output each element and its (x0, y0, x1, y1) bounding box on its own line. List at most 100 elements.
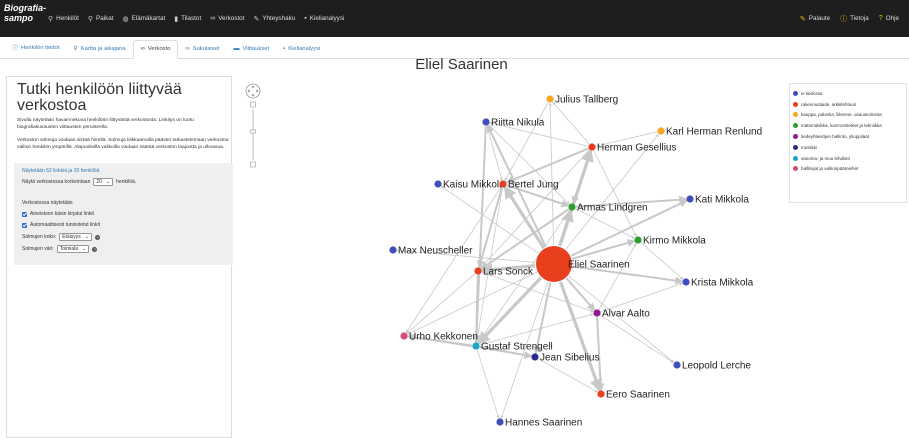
legend-swatch (793, 155, 798, 161)
node-circle[interactable] (536, 246, 572, 282)
node-size-label: Solmujen koko: (22, 234, 57, 240)
pencil-icon: ✎ (253, 15, 260, 23)
node-circle[interactable] (682, 278, 690, 286)
node-circle[interactable] (686, 195, 694, 203)
node-circle[interactable] (474, 267, 482, 275)
nav-item-tietoja[interactable]: ⓘ Tietoja (840, 14, 869, 24)
node-circle[interactable] (588, 143, 596, 151)
legend-item: musiikki (793, 142, 906, 153)
network-node-nikula[interactable]: Riitta Nikula (482, 118, 545, 129)
nav-item-label: Palaute (808, 15, 831, 22)
nav-item-yhteyshaku[interactable]: ✎ Yhteyshaku (253, 15, 295, 23)
network-node-sonck[interactable]: Lars Sonck (474, 267, 534, 278)
nav-item-paikat[interactable]: ⚲ Paikat (88, 15, 114, 23)
node-circle[interactable] (482, 118, 490, 126)
network-shows-label: Verkostossa näytetään (22, 200, 73, 206)
node-circle[interactable] (496, 418, 504, 426)
node-circle[interactable] (546, 95, 554, 103)
node-circle[interactable] (389, 246, 397, 254)
network-edge (440, 185, 539, 254)
network-edge (405, 187, 502, 334)
node-color-select[interactable]: Toimiala ⌄ (56, 245, 90, 253)
page-title: Eliel Saarinen (415, 56, 508, 73)
question-icon[interactable]: ? (92, 246, 98, 252)
network-edge (571, 150, 592, 205)
node-circle[interactable] (472, 342, 480, 350)
legend-swatch (793, 101, 798, 107)
network-node-neuscheller[interactable]: Max Neuscheller (389, 246, 473, 257)
node-circle[interactable] (531, 353, 539, 361)
legend-swatch (793, 123, 798, 129)
nav-item-ohje[interactable]: ? Ohje (879, 15, 899, 22)
max-people-select[interactable]: 20 ⌄ (93, 178, 114, 186)
network-node-jung[interactable]: Bertel Jung (499, 180, 559, 191)
node-label: Eliel Saarinen (568, 260, 630, 271)
show-suffix-label: henkilöä. (116, 179, 137, 185)
network-node-kirmo[interactable]: Kirmo Mikkola (634, 236, 706, 247)
nav-item-palaute[interactable]: ✎ Palaute (800, 15, 830, 23)
tab-label: Verkosto (147, 46, 171, 52)
legend-label: sanoma- ja muu lehdistö (801, 155, 851, 161)
network-node-lindgren[interactable]: Armas Lindgren (568, 203, 648, 214)
node-circle[interactable] (499, 180, 507, 188)
auto-links-label: Automaattisesti tunnistetut linkit (30, 222, 101, 228)
nav-item-label: Yhteyshaku (262, 15, 296, 22)
nav-item-kielianalyysi[interactable]: ▪ Kielianalyysi (304, 15, 344, 22)
node-size-select[interactable]: Etäisyys ⌄ (59, 233, 93, 241)
node-size-value: Etäisyys (62, 234, 81, 240)
network-node-renlund[interactable]: Karl Herman Renlund (657, 127, 762, 138)
comment-icon: ▬ (233, 46, 240, 52)
network-node-krista[interactable]: Krista Mikkola (682, 278, 754, 289)
nav-item-label: Tietoja (850, 15, 869, 22)
node-label: Herman Gesellius (597, 143, 676, 154)
legend-item: kauppa, palvelut, liikenne, osuustoimint… (793, 110, 906, 121)
tab-label: Viittaukset (242, 46, 270, 52)
tab-henkilön-tiedot[interactable]: ⓘ Henkilön tiedot (5, 38, 66, 58)
nav-right-menu: ✎ Palaute ⓘ Tietoja ? Ohje (800, 0, 909, 37)
network-node-kaisu[interactable]: Kaisu Mikkola (434, 180, 505, 191)
network-settings: Näytetään 52 linkkiä ja 20 henkilöä Näyt… (14, 163, 233, 265)
network-node-eero[interactable]: Eero Saarinen (597, 390, 670, 401)
brand-logo[interactable]: Biografia- sampo (0, 0, 46, 37)
network-edge (558, 281, 603, 393)
network-edge (406, 273, 476, 334)
node-circle[interactable] (657, 127, 665, 135)
network-node-strengell[interactable]: Gustaf Strengell (472, 342, 553, 353)
network-node-tallberg[interactable]: Julius Tallberg (546, 95, 618, 106)
network-node-kekkonen[interactable]: Urho Kekkonen (400, 332, 478, 343)
nav-item-verkostot[interactable]: ∞ Verkostot (210, 15, 244, 22)
network-node-aalto[interactable]: Alvar Aalto (593, 309, 650, 320)
legend-label: musiikki (801, 144, 818, 150)
nav-item-tilastot[interactable]: ▮ Tilastot (174, 15, 201, 23)
manual-links-checkbox[interactable] (22, 211, 27, 217)
network-node-eliel[interactable]: Eliel Saarinen (536, 246, 630, 282)
tab-label: Henkilön tiedot (21, 44, 60, 51)
nav-item-henkilöt[interactable]: ⚲ Henkilöt (48, 15, 79, 23)
network-node-kati[interactable]: Kati Mikkola (686, 195, 749, 206)
network-nodes[interactable]: Eliel Saarinen Julius Tallberg Riitta Niku… (389, 95, 762, 429)
node-label: Bertel Jung (508, 180, 559, 191)
network-node-lerche[interactable]: Leopold Lerche (673, 361, 751, 372)
node-circle[interactable] (634, 236, 642, 244)
info-icon: ⓘ (840, 15, 848, 23)
node-circle[interactable] (434, 180, 442, 188)
chevron-down-icon: ⌄ (84, 234, 90, 240)
network-edge (600, 314, 675, 364)
node-label: Jean Sibelius (540, 353, 599, 364)
node-circle[interactable] (593, 309, 601, 317)
node-circle[interactable] (568, 203, 576, 211)
auto-links-checkbox[interactable] (22, 222, 27, 228)
nav-item-elämäkartat[interactable]: ◍ Elämäkartat (123, 15, 166, 23)
book-icon: ▪ (304, 15, 307, 22)
network-node-hannes[interactable]: Hannes Saarinen (496, 418, 582, 429)
node-circle[interactable] (400, 332, 408, 340)
question-icon[interactable]: ? (95, 234, 101, 240)
node-circle[interactable] (597, 390, 605, 398)
network-node-sibelius[interactable]: Jean Sibelius (531, 353, 599, 364)
node-label: Leopold Lerche (682, 361, 751, 372)
color-legend: ei tiedossa rakennustaide, arkkitehtuuri k… (789, 83, 907, 203)
node-circle[interactable] (673, 361, 681, 369)
network-node-gesellius[interactable]: Herman Gesellius (588, 143, 676, 154)
legend-swatch (793, 112, 798, 118)
legend-label: rakennustaide, arkkitehtuuri (801, 101, 857, 107)
